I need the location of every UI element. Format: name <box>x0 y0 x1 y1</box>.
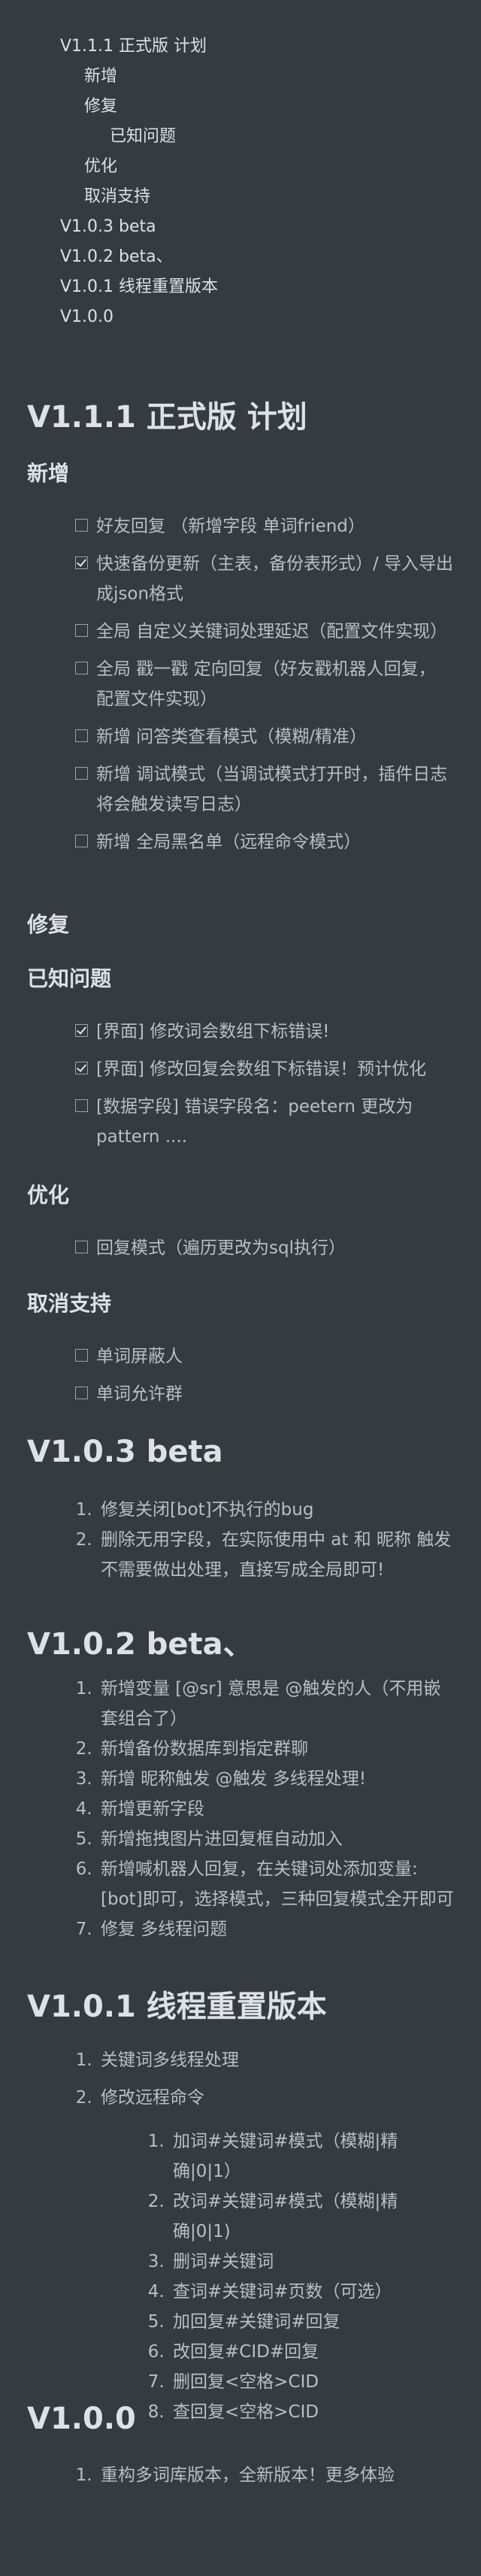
task-item: [数据字段] 错误字段名：peetern 更改为pattern .... <box>75 1092 481 1152</box>
sub-list-item: 删词#关键词 <box>170 2247 427 2277</box>
v101-sub-list: 加词#关键词#模式（模糊|精确|0|1） 改词#关键词#模式（模糊|精确|0|1… <box>101 2126 454 2427</box>
list-item: 修改远程命令 加词#关键词#模式（模糊|精确|0|1） 改词#关键词#模式（模糊… <box>98 2083 454 2427</box>
checkbox[interactable] <box>75 1099 88 1112</box>
task-item: 新增 调试模式（当调试模式打开时，插件日志将会触发读写日志） <box>75 759 481 820</box>
checkbox[interactable] <box>75 624 88 637</box>
heading-cancel-support: 取消支持 <box>27 1291 112 1316</box>
list-item: 新增备份数据库到指定群聊 <box>98 1734 454 1764</box>
toc-item-v102[interactable]: V1.0.2 beta、 <box>0 242 481 272</box>
checkbox-checked[interactable] <box>75 1062 88 1074</box>
checkbox[interactable] <box>75 767 88 780</box>
list-item: 修复关闭[bot]不执行的bug <box>98 1495 454 1525</box>
list-item: 重构多词库版本，全新版本！更多体验 <box>98 2460 454 2490</box>
task-item: 快速备份更新（主表，备份表形式）/ 导入导出成json格式 <box>75 549 481 609</box>
heading-optimize: 优化 <box>27 1183 70 1208</box>
task-text: 单词屏蔽人 <box>96 1347 183 1366</box>
task-item: 新增 全局黑名单（远程命令模式） <box>75 827 481 857</box>
task-item: 全局 自定义关键词处理延迟（配置文件实现） <box>75 617 481 647</box>
sub-list-item: 删回复<空格>CID <box>170 2367 427 2397</box>
task-text: 新增 全局黑名单（远程命令模式） <box>96 832 362 852</box>
list-item: 新增拖拽图片进回复框自动加入 <box>98 1824 454 1854</box>
checkbox[interactable] <box>75 1386 88 1399</box>
checkbox[interactable] <box>75 1241 88 1253</box>
toc-item-v111[interactable]: V1.1.1 正式版 计划 <box>0 32 481 62</box>
heading-v103: V1.0.3 beta <box>27 1435 223 1469</box>
task-item: 单词屏蔽人 <box>75 1341 481 1371</box>
checkbox[interactable] <box>75 519 88 532</box>
task-item: [界面] 修改回复会数组下标错误！预计优化 <box>75 1054 481 1084</box>
task-text: 新增 调试模式（当调试模式打开时，插件日志将会触发读写日志） <box>96 765 448 814</box>
known-issues-task-list: [界面] 修改词会数组下标错误! [界面] 修改回复会数组下标错误！预计优化 [… <box>0 1017 481 1152</box>
toc-item-optimize[interactable]: 优化 <box>0 152 481 182</box>
toc-item-cancel-support[interactable]: 取消支持 <box>0 182 481 212</box>
task-text: [界面] 修改词会数组下标错误! <box>96 1022 330 1041</box>
task-text: [界面] 修改回复会数组下标错误！预计优化 <box>96 1059 427 1079</box>
checkbox-checked[interactable] <box>75 1024 88 1037</box>
task-text: 快速备份更新（主表，备份表形式）/ 导入导出成json格式 <box>96 554 454 604</box>
heading-fix: 修复 <box>27 912 70 937</box>
list-item: 新增 昵称触发 @触发 多线程处理! <box>98 1764 454 1794</box>
checkbox[interactable] <box>75 1349 88 1362</box>
task-item: 单词允许群 <box>75 1379 481 1409</box>
sub-list-item: 改词#关键词#模式（模糊|精确|0|1) <box>170 2187 427 2247</box>
optimize-task-list: 回复模式（遍历更改为sql执行） <box>0 1233 481 1263</box>
v102-list: 新增变量 [@sr] 意思是 @触发的人（不用嵌套组合了） 新增备份数据库到指定… <box>0 1674 481 1944</box>
heading-known-issues: 已知问题 <box>27 966 112 991</box>
sub-list-item: 查词#关键词#页数（可选） <box>170 2277 427 2307</box>
task-text: 新增 问答类查看模式（模糊/精准） <box>96 727 368 747</box>
task-item: 好友回复 （新增字段 单词friend） <box>75 511 481 541</box>
v103-list: 修复关闭[bot]不执行的bug 删除无用字段，在实际使用中 at 和 昵称 触… <box>0 1495 481 1585</box>
checkbox[interactable] <box>75 835 88 847</box>
toc-item-v100[interactable]: V1.0.0 <box>0 302 481 332</box>
list-item: 删除无用字段，在实际使用中 at 和 昵称 触发不需要做出处理，直接写成全局即可… <box>98 1525 454 1585</box>
toc-item-fix[interactable]: 修复 <box>0 92 481 122</box>
task-item: 回复模式（遍历更改为sql执行） <box>75 1233 481 1263</box>
checkbox-checked[interactable] <box>75 556 88 569</box>
task-text: [数据字段] 错误字段名：peetern 更改为pattern .... <box>96 1097 413 1147</box>
checkbox[interactable] <box>75 729 88 742</box>
task-text: 好友回复 （新增字段 单词friend） <box>96 517 365 536</box>
checkbox[interactable] <box>75 662 88 674</box>
heading-added: 新增 <box>27 461 70 486</box>
heading-v102: V1.0.2 beta、 <box>27 1627 253 1662</box>
cancel-support-task-list: 单词屏蔽人 单词允许群 <box>0 1341 481 1409</box>
heading-v111: V1.1.1 正式版 计划 <box>27 400 307 435</box>
list-item: 新增喊机器人回复，在关键词处添加变量:[bot]即可，选择模式，三种回复模式全开… <box>98 1854 454 1914</box>
table-of-contents: V1.1.1 正式版 计划 新增 修复 已知问题 优化 取消支持 V1.0.3 … <box>0 15 481 332</box>
sub-list-item: 加回复#关键词#回复 <box>170 2307 427 2337</box>
heading-v100: V1.0.0 <box>27 2402 136 2436</box>
toc-item-added[interactable]: 新增 <box>0 62 481 92</box>
sub-list-item: 加词#关键词#模式（模糊|精确|0|1） <box>170 2126 427 2187</box>
sub-list-item: 改回复#CID#回复 <box>170 2337 427 2367</box>
task-text: 全局 戳一戳 定向回复（好友戳机器人回复， 配置文件实现） <box>96 659 436 709</box>
list-item: 修复 多线程问题 <box>98 1914 454 1944</box>
v100-list: 重构多词库版本，全新版本！更多体验 <box>0 2460 481 2490</box>
added-task-list: 好友回复 （新增字段 单词friend） 快速备份更新（主表，备份表形式）/ 导… <box>0 511 481 857</box>
toc-item-v101[interactable]: V1.0.1 线程重置版本 <box>0 272 481 302</box>
list-item-text: 修改远程命令 <box>101 2088 204 2108</box>
list-item: 新增变量 [@sr] 意思是 @触发的人（不用嵌套组合了） <box>98 1674 454 1734</box>
v101-list: 关键词多线程处理 修改远程命令 加词#关键词#模式（模糊|精确|0|1） 改词#… <box>0 2045 481 2427</box>
task-item: 全局 戳一戳 定向回复（好友戳机器人回复， 配置文件实现） <box>75 654 481 714</box>
task-text: 全局 自定义关键词处理延迟（配置文件实现） <box>96 622 448 641</box>
task-text: 单词允许群 <box>96 1384 183 1404</box>
task-item: [界面] 修改词会数组下标错误! <box>75 1017 481 1047</box>
list-item: 关键词多线程处理 <box>98 2045 454 2075</box>
list-item: 新增更新字段 <box>98 1794 454 1824</box>
task-item: 新增 问答类查看模式（模糊/精准） <box>75 722 481 752</box>
task-text: 回复模式（遍历更改为sql执行） <box>96 1238 346 1258</box>
toc-item-known-issues[interactable]: 已知问题 <box>0 122 481 152</box>
toc-item-v103[interactable]: V1.0.3 beta <box>0 212 481 242</box>
heading-v101: V1.0.1 线程重置版本 <box>27 1990 327 2024</box>
